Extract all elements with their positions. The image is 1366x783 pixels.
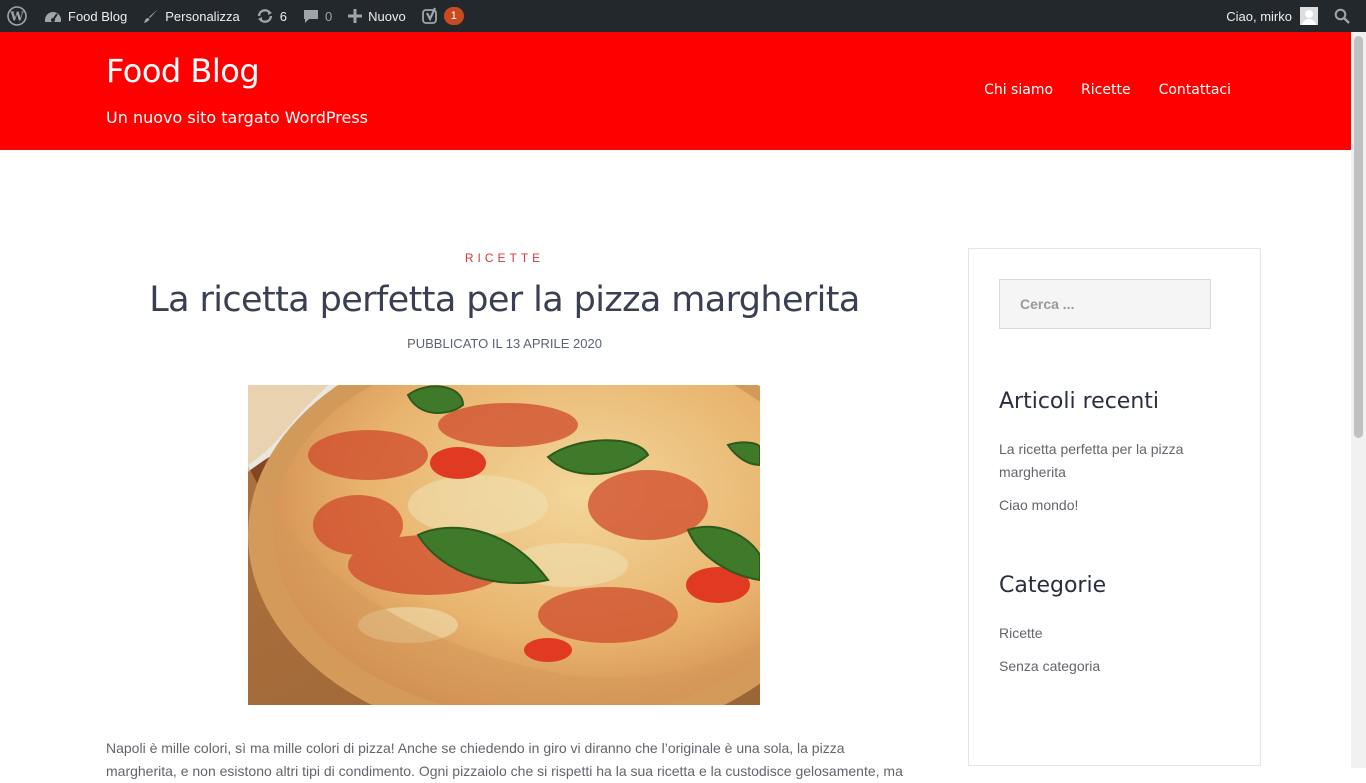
admin-updates-link[interactable]: 6 xyxy=(248,0,295,32)
category-link[interactable]: Ricette xyxy=(999,622,1229,645)
admin-customize-label: Personalizza xyxy=(165,8,240,24)
recent-posts-list: La ricetta perfetta per la pizza margher… xyxy=(999,438,1229,527)
site-header: Food Blog Un nuovo sito targato WordPres… xyxy=(0,32,1351,150)
main-navigation: Chi siamo Ricette Contattaci xyxy=(956,82,1231,98)
updates-icon xyxy=(256,8,274,24)
yoast-icon xyxy=(421,7,440,25)
recent-post-link[interactable]: Ciao mondo! xyxy=(999,494,1229,517)
category-link[interactable]: Senza categoria xyxy=(999,655,1229,678)
admin-search-button[interactable] xyxy=(1326,0,1366,32)
post-title: La ricetta perfetta per la pizza margher… xyxy=(149,280,860,320)
nav-item-ricette[interactable]: Ricette xyxy=(1081,82,1131,98)
paintbrush-icon xyxy=(143,8,159,24)
admin-customize-link[interactable]: Personalizza xyxy=(135,0,247,32)
post-category-link[interactable]: RICETTE xyxy=(106,251,903,265)
search-icon xyxy=(1334,8,1350,24)
plus-icon xyxy=(348,9,363,23)
admin-new-link[interactable]: Nuovo xyxy=(340,0,414,32)
admin-comments-link[interactable]: 0 xyxy=(295,0,340,32)
svg-text:W: W xyxy=(9,10,24,24)
admin-updates-count: 6 xyxy=(279,8,287,24)
admin-yoast-link[interactable]: 1 xyxy=(414,0,472,32)
dashboard-icon xyxy=(44,8,62,24)
admin-comments-count: 0 xyxy=(324,8,333,24)
avatar xyxy=(1300,7,1318,25)
admin-greeting: Ciao, mirko xyxy=(1226,8,1292,24)
page-scrollbar[interactable] xyxy=(1351,32,1366,768)
yoast-notification-badge: 1 xyxy=(443,7,464,25)
post-meta: PUBBLICATO IL 13 APRILE 2020 xyxy=(407,336,602,351)
featured-image xyxy=(248,385,760,705)
comment-icon xyxy=(303,8,319,24)
scrollbar-thumb[interactable] xyxy=(1354,36,1363,438)
search-input[interactable] xyxy=(999,279,1211,329)
admin-new-label: Nuovo xyxy=(368,8,406,24)
admin-site-name-label: Food Blog xyxy=(68,8,128,24)
post-content: Napoli è mille colori, sì ma mille color… xyxy=(106,740,903,779)
wordpress-logo-icon[interactable]: W xyxy=(0,0,36,32)
admin-site-name-link[interactable]: Food Blog xyxy=(36,0,135,32)
nav-item-contattaci[interactable]: Contattaci xyxy=(1159,82,1231,98)
recent-post-link[interactable]: La ricetta perfetta per la pizza margher… xyxy=(999,438,1229,484)
recent-posts-title: Articoli recenti xyxy=(999,389,1160,414)
nav-item-chi-siamo[interactable]: Chi siamo xyxy=(984,82,1053,98)
categories-title: Categorie xyxy=(999,573,1107,598)
site-title[interactable]: Food Blog xyxy=(106,52,260,90)
pizza-image xyxy=(248,385,760,705)
site-description: Un nuovo sito targato WordPress xyxy=(106,108,368,127)
sidebar: Articoli recenti La ricetta perfetta per… xyxy=(968,248,1261,766)
categories-list: Ricette Senza categoria xyxy=(999,622,1229,688)
admin-bar-secondary: Ciao, mirko xyxy=(1218,0,1366,32)
admin-account-link[interactable]: Ciao, mirko xyxy=(1218,0,1326,32)
admin-bar: W Food Blog Personalizza 6 0 Nuovo 1 Cia… xyxy=(0,0,1366,32)
